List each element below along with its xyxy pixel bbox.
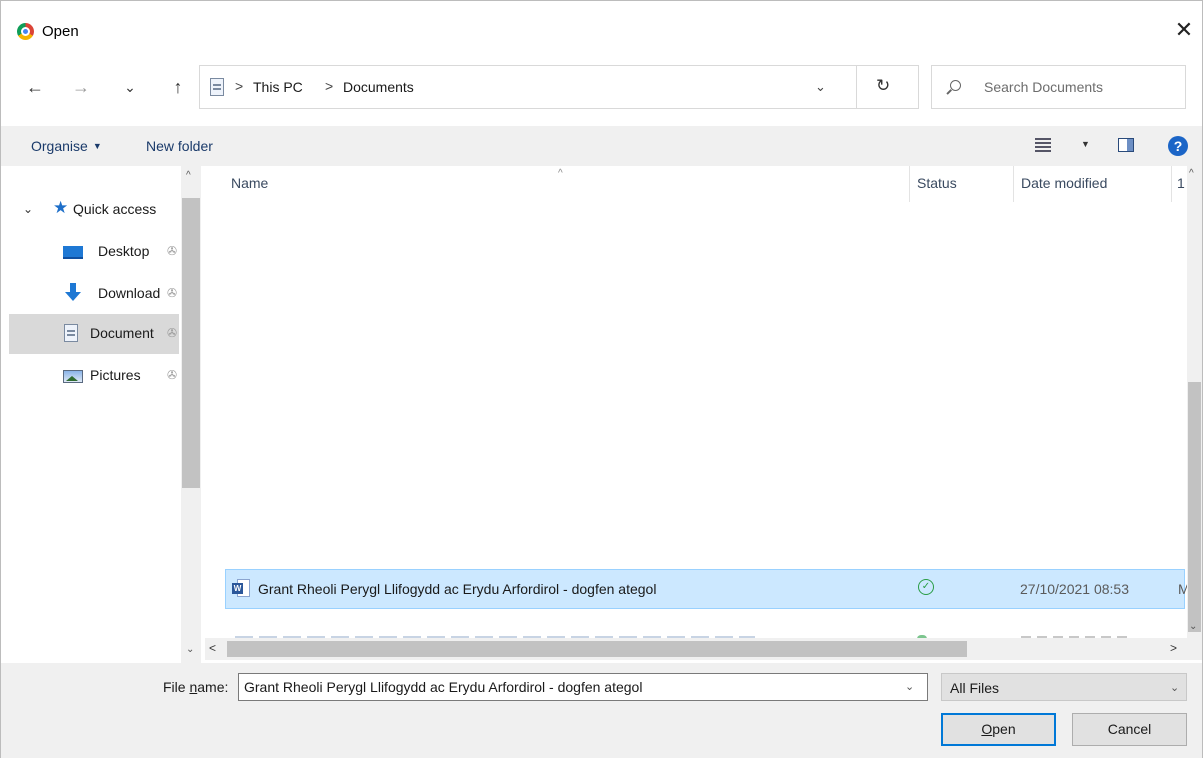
sidebar-item-pictures[interactable]: Pictures ✇ (9, 356, 179, 396)
scroll-up-icon[interactable]: ^ (1189, 168, 1194, 179)
breadcrumb-documents[interactable]: Documents (343, 79, 414, 95)
pin-icon: ✇ (167, 244, 178, 258)
sidebar-item-label: Document (90, 325, 154, 341)
sort-ascending-icon: ^ (558, 168, 563, 179)
command-toolbar: Organise ▼ New folder ▼ ? (1, 126, 1202, 166)
sidebar-item-downloads[interactable]: Download ✇ (9, 274, 179, 314)
dialog-title: Open (42, 23, 79, 40)
file-list: ^ Name Status Date modified 1 W Grant Rh… (205, 166, 1187, 638)
organise-label: Organise (31, 138, 88, 154)
cancel-button[interactable]: Cancel (1072, 713, 1187, 746)
breadcrumb-this-pc[interactable]: This PC (253, 79, 303, 95)
file-name-label: File name: (163, 679, 229, 695)
file-list-horizontal-scrollbar[interactable]: < > (205, 638, 1202, 660)
pin-icon: ✇ (167, 368, 178, 382)
scroll-up-icon[interactable]: ^ (186, 170, 191, 181)
scroll-down-icon[interactable]: ⌄ (1189, 621, 1197, 632)
column-header-name[interactable]: Name (231, 175, 268, 191)
pictures-icon (63, 370, 83, 383)
word-doc-icon: W (232, 579, 250, 599)
view-options-icon[interactable] (1035, 137, 1051, 153)
caret-down-icon: ▼ (92, 141, 102, 151)
sidebar-item-quick-access[interactable]: ⌄ ★ Quick access (9, 190, 179, 230)
search-input[interactable]: Search Documents (984, 79, 1103, 95)
breadcrumb-separator: > (235, 78, 244, 94)
column-divider[interactable] (909, 166, 910, 202)
scroll-left-icon[interactable]: < (209, 641, 216, 655)
file-date-modified: 27/10/2021 08:53 (1020, 581, 1129, 597)
up-arrow-icon[interactable]: ↑ (166, 73, 190, 101)
navigation-pane: ⌄ ★ Quick access Desktop ✇ Download ✇ Do… (1, 166, 201, 663)
sidebar-item-documents[interactable]: Document ✇ (9, 314, 179, 354)
sidebar-item-label: Quick access (73, 201, 157, 217)
address-bar[interactable]: > This PC > Documents ⌄ ↻ (199, 65, 919, 109)
chevron-down-icon[interactable]: ⌄ (23, 202, 33, 216)
download-icon (65, 283, 81, 303)
breadcrumb-separator: > (325, 78, 334, 94)
scrollbar-thumb[interactable] (227, 641, 967, 657)
scroll-right-icon[interactable]: > (1170, 641, 1177, 655)
file-type-select[interactable]: All Files ⌄ (941, 673, 1187, 701)
pin-icon: ✇ (167, 326, 178, 340)
dialog-footer: File name: ⌄ All Files ⌄ Open Cancel (1, 663, 1202, 758)
column-divider[interactable] (1171, 166, 1172, 202)
file-name: Grant Rheoli Perygl Llifogydd ac Erydu A… (258, 581, 657, 597)
search-box[interactable]: Search Documents (931, 65, 1186, 109)
sidebar-item-label: Download (98, 285, 161, 301)
file-name-dropdown-icon[interactable]: ⌄ (905, 680, 914, 693)
sync-status-icon: ✓ (918, 579, 934, 595)
title-bar: Open ✕ (1, 1, 1202, 57)
recent-locations-icon[interactable]: ⌄ (118, 73, 142, 101)
desktop-icon (63, 246, 83, 259)
open-dialog: Open ✕ ← → ⌄ ↑ > This PC > Documents ⌄ ↻… (0, 0, 1203, 758)
help-icon[interactable]: ? (1168, 136, 1188, 156)
back-arrow-icon[interactable]: ← (23, 73, 47, 101)
sidebar-item-desktop[interactable]: Desktop ✇ (9, 232, 179, 272)
organise-button[interactable]: Organise ▼ (31, 138, 102, 154)
refresh-icon[interactable]: ↻ (876, 76, 890, 96)
navigation-bar: ← → ⌄ ↑ > This PC > Documents ⌄ ↻ Search… (1, 65, 1202, 109)
scrollbar-thumb[interactable] (182, 198, 200, 488)
documents-icon (210, 78, 224, 96)
pin-icon: ✇ (167, 286, 178, 300)
address-dropdown-icon[interactable]: ⌄ (815, 79, 826, 95)
file-type-value: All Files (950, 680, 1000, 696)
open-button[interactable]: Open (941, 713, 1056, 746)
scroll-down-icon[interactable]: ⌄ (186, 644, 194, 655)
view-caret-icon[interactable]: ▼ (1081, 139, 1090, 149)
search-icon (950, 80, 961, 91)
column-divider[interactable] (1013, 166, 1014, 202)
new-folder-button[interactable]: New folder (146, 138, 213, 154)
sidebar-item-label: Pictures (90, 367, 141, 383)
file-list-vertical-scrollbar[interactable]: ^ ⌄ (1187, 166, 1202, 638)
file-row[interactable]: W Grant Rheoli Perygl Llifogydd ac Erydu… (225, 569, 1187, 609)
documents-icon (64, 324, 78, 342)
column-header-overflow[interactable]: 1 (1177, 175, 1185, 191)
column-header-status[interactable]: Status (917, 175, 957, 191)
scrollbar-thumb[interactable] (1188, 382, 1201, 632)
navigation-pane-scrollbar[interactable]: ^ ⌄ (181, 166, 201, 663)
column-header-date-modified[interactable]: Date modified (1021, 175, 1107, 191)
preview-pane-icon[interactable] (1118, 138, 1134, 152)
close-icon[interactable]: ✕ (1169, 15, 1199, 45)
chrome-icon (17, 23, 34, 40)
file-overflow-column: M (1178, 581, 1187, 597)
sidebar-item-label: Desktop (98, 243, 150, 259)
chevron-down-icon: ⌄ (1170, 682, 1180, 694)
file-name-input[interactable] (238, 673, 928, 701)
star-icon: ★ (53, 198, 69, 217)
address-divider (856, 66, 857, 108)
forward-arrow-icon[interactable]: → (69, 73, 93, 101)
